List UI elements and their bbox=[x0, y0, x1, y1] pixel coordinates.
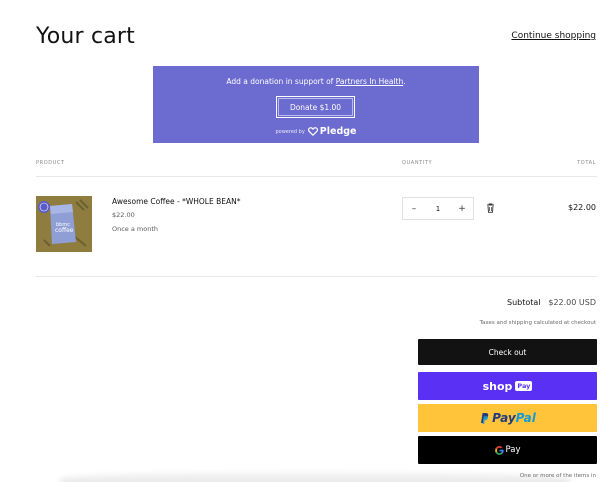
page-title: Your cart bbox=[36, 24, 136, 49]
donation-text: Add a donation in support of Partners In… bbox=[153, 77, 479, 86]
taxes-note: Taxes and shipping calculated at checkou… bbox=[479, 320, 596, 326]
shop-pay-logo-text: shop bbox=[482, 379, 513, 393]
increase-quantity-button[interactable]: + bbox=[451, 198, 473, 219]
trash-icon[interactable] bbox=[486, 203, 495, 213]
google-pay-label: Pay bbox=[505, 445, 521, 455]
decrease-quantity-button[interactable]: – bbox=[403, 198, 425, 219]
paypal-wordmark-pal: Pal bbox=[515, 411, 536, 425]
divider bbox=[36, 276, 597, 277]
subtotal-label: Subtotal bbox=[507, 298, 541, 307]
bottom-shadow bbox=[60, 472, 570, 482]
column-header-product: PRODUCT bbox=[36, 160, 65, 166]
product-frequency: Once a month bbox=[112, 225, 159, 233]
divider bbox=[36, 176, 597, 177]
paypal-button[interactable]: PayPal bbox=[418, 404, 597, 432]
checkout-button[interactable]: Check out bbox=[418, 339, 597, 365]
donate-button[interactable]: Donate $1.00 bbox=[276, 96, 355, 118]
svg-text:coffee: coffee bbox=[55, 227, 74, 234]
line-total: $22.00 bbox=[568, 203, 596, 212]
column-header-total: TOTAL bbox=[577, 160, 596, 166]
google-pay-logo: Pay bbox=[494, 445, 521, 455]
shop-pay-badge: Pay bbox=[515, 381, 533, 391]
continue-shopping-link[interactable]: Continue shopping bbox=[511, 31, 596, 41]
powered-by-label: powered by bbox=[275, 128, 305, 135]
product-price: $22.00 bbox=[112, 211, 135, 219]
quantity-stepper: – 1 + bbox=[402, 197, 474, 220]
donation-banner: Add a donation in support of Partners In… bbox=[153, 66, 479, 143]
column-header-quantity: QUANTITY bbox=[402, 160, 433, 166]
subtotal-value: $22.00 USD bbox=[548, 298, 596, 307]
subscription-note: One or more of the items in bbox=[519, 473, 596, 479]
powered-by: powered by Pledge bbox=[153, 126, 479, 137]
product-name[interactable]: Awesome Coffee - *WHOLE BEAN* bbox=[112, 197, 240, 206]
heart-icon bbox=[307, 127, 318, 136]
shop-pay-button[interactable]: shop Pay bbox=[418, 372, 597, 400]
paypal-wordmark: PayPal bbox=[492, 411, 536, 425]
pledge-brand: Pledge bbox=[319, 126, 357, 137]
paypal-wordmark-pay: Pay bbox=[492, 411, 516, 425]
donation-text-prefix: Add a donation in support of bbox=[226, 77, 336, 86]
product-image[interactable]: bbmc coffee bbox=[36, 196, 92, 252]
quantity-value[interactable]: 1 bbox=[425, 205, 451, 213]
pledge-logo: Pledge bbox=[307, 126, 357, 137]
google-g-icon bbox=[494, 445, 504, 455]
coffee-bag-icon: bbmc coffee bbox=[36, 196, 92, 252]
donation-text-suffix: . bbox=[403, 77, 406, 86]
paypal-icon bbox=[481, 413, 489, 424]
google-pay-button[interactable]: Pay bbox=[418, 436, 597, 464]
charity-link[interactable]: Partners In Health bbox=[336, 77, 404, 86]
